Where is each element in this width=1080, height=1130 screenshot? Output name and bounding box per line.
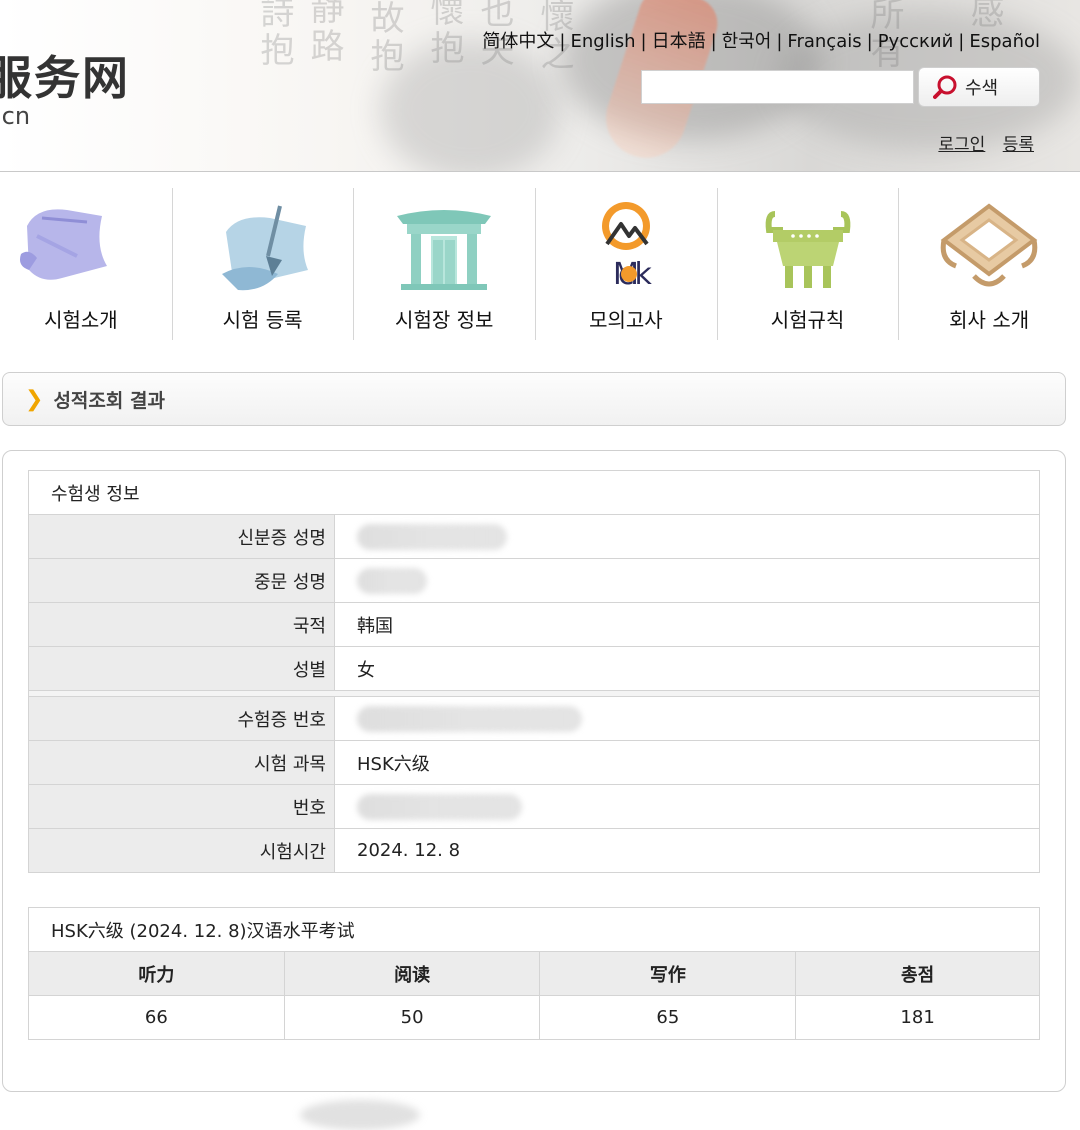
field-value: 女: [334, 646, 1040, 691]
nav-item-company-intro[interactable]: 회사 소개: [898, 188, 1080, 340]
nav-label: 회사 소개: [949, 308, 1030, 332]
search-button-label: 수색: [965, 78, 999, 99]
field-label: 국적: [28, 602, 335, 647]
calligraphy-decoration: 静路: [304, 0, 344, 66]
nav-label: 시험 등록: [222, 308, 303, 332]
lang-zh[interactable]: 简体中文: [482, 31, 554, 52]
field-value-redacted: [334, 558, 1040, 603]
nav-label: 시험장 정보: [395, 308, 494, 332]
bronze-ding-icon: [765, 211, 850, 288]
footer-decoration: [300, 1100, 420, 1130]
section-title-bar: ❯ 성적조회 결과: [2, 372, 1066, 426]
field-value: HSK六级: [334, 740, 1040, 785]
field-value-redacted: [334, 514, 1040, 559]
table-row: 번호: [28, 784, 1040, 829]
table-row: 중문 성명: [28, 558, 1040, 603]
candidate-info-table: 수험생 정보 신분증 성명 중문 성명 국적 韩国 성별 女 수험증 번호 시험…: [28, 470, 1040, 873]
field-value-redacted: [334, 784, 1040, 829]
field-label: 성별: [28, 646, 335, 691]
score-header-reading: 阅读: [283, 951, 541, 996]
field-label: 시험 과목: [28, 740, 335, 785]
field-label: 번호: [28, 784, 335, 829]
calligraphy-decoration: 懷抱: [424, 0, 464, 68]
site-header: 詩抱 静路 故抱 懷抱 也夫 懷之 所有 感 服务网 .cn 简体中文|Engl…: [0, 0, 1080, 172]
score-reading: 50: [283, 995, 541, 1040]
main-nav: 시험소개 시험 등록 시험장 정보 M ck: [0, 188, 1080, 340]
nav-label: 시험규칙: [770, 308, 845, 332]
field-label: 시험시간: [28, 828, 335, 873]
score-header-writing: 写作: [539, 951, 797, 996]
score-table: HSK六级 (2024. 12. 8)汉语水平考试 听力 阅读 写作 총점 66…: [28, 907, 1040, 1040]
redaction-blur: [357, 793, 522, 820]
register-link[interactable]: 등록: [1003, 135, 1034, 155]
lang-ja[interactable]: 日本語: [652, 31, 706, 52]
table-row: 수험증 번호: [28, 696, 1040, 741]
score-header-listening: 听力: [28, 951, 285, 996]
nav-item-test-centers[interactable]: 시험장 정보: [353, 188, 535, 340]
score-writing: 65: [539, 995, 797, 1040]
language-switcher: 简体中文 | English | 日本語 | 한국어 | Français | Русский | Es…: [482, 31, 1040, 52]
page-title: 성적조회 결과: [53, 389, 165, 412]
field-label: 수험증 번호: [28, 696, 335, 741]
lang-ko[interactable]: 한국어: [722, 31, 772, 52]
scroll-pen-icon: [221, 205, 308, 291]
field-label: 중문 성명: [28, 558, 335, 603]
scroll-icon: [20, 209, 107, 280]
magnifier-icon: [933, 75, 957, 99]
table-row: 시험 과목 HSK六级: [28, 740, 1040, 785]
table-row: 국적 韩国: [28, 602, 1040, 647]
score-header-total: 총점: [795, 951, 1040, 996]
table-row: 66 50 65 181: [28, 995, 1040, 1040]
lang-es[interactable]: Español: [969, 31, 1040, 52]
field-label: 신분증 성명: [28, 514, 335, 559]
mock-logo-icon: M ck: [601, 202, 652, 292]
calligraphy-decoration: 詩抱: [254, 0, 294, 70]
nav-item-exam-intro[interactable]: 시험소개: [0, 188, 172, 340]
calligraphy-decoration: 故抱: [364, 0, 404, 76]
field-value: 韩国: [334, 602, 1040, 647]
site-logo[interactable]: 服务网: [0, 42, 130, 108]
nav-label: 모의고사: [589, 308, 663, 332]
table-row: 신분증 성명: [28, 514, 1040, 559]
field-value-redacted: [334, 696, 1040, 741]
table-row: 성별 女: [28, 646, 1040, 691]
search-button[interactable]: 수색: [918, 67, 1040, 107]
redaction-blur: [357, 523, 507, 550]
table-caption: 수험생 정보: [28, 470, 1040, 515]
auth-links: 로그인 등록: [926, 130, 1034, 155]
lang-fr[interactable]: Français: [787, 31, 861, 52]
table-icon: [940, 203, 1038, 287]
site-domain: .cn: [0, 102, 31, 130]
score-total: 181: [795, 995, 1040, 1040]
nav-item-mock-test[interactable]: M ck 모의고사: [535, 188, 717, 340]
nav-item-exam-registration[interactable]: 시험 등록: [171, 188, 354, 340]
lang-en[interactable]: English: [571, 31, 636, 52]
table-caption: HSK六级 (2024. 12. 8)汉语水平考试: [28, 907, 1040, 952]
redaction-blur: [357, 567, 427, 594]
nav-item-exam-rules[interactable]: 시험규칙: [716, 188, 899, 340]
gate-icon: [397, 210, 492, 290]
score-listening: 66: [28, 995, 285, 1040]
lang-ru[interactable]: Русский: [878, 31, 954, 52]
redaction-blur: [357, 705, 582, 732]
table-row: 시험시간 2024. 12. 8: [28, 828, 1040, 873]
search-input[interactable]: [641, 70, 914, 104]
field-value: 2024. 12. 8: [334, 828, 1040, 873]
login-link[interactable]: 로그인: [938, 135, 985, 155]
nav-label: 시험소개: [44, 308, 118, 332]
table-header-row: 听力 阅读 写作 총점: [28, 951, 1040, 996]
chevron-right-icon: ❯: [25, 386, 44, 412]
